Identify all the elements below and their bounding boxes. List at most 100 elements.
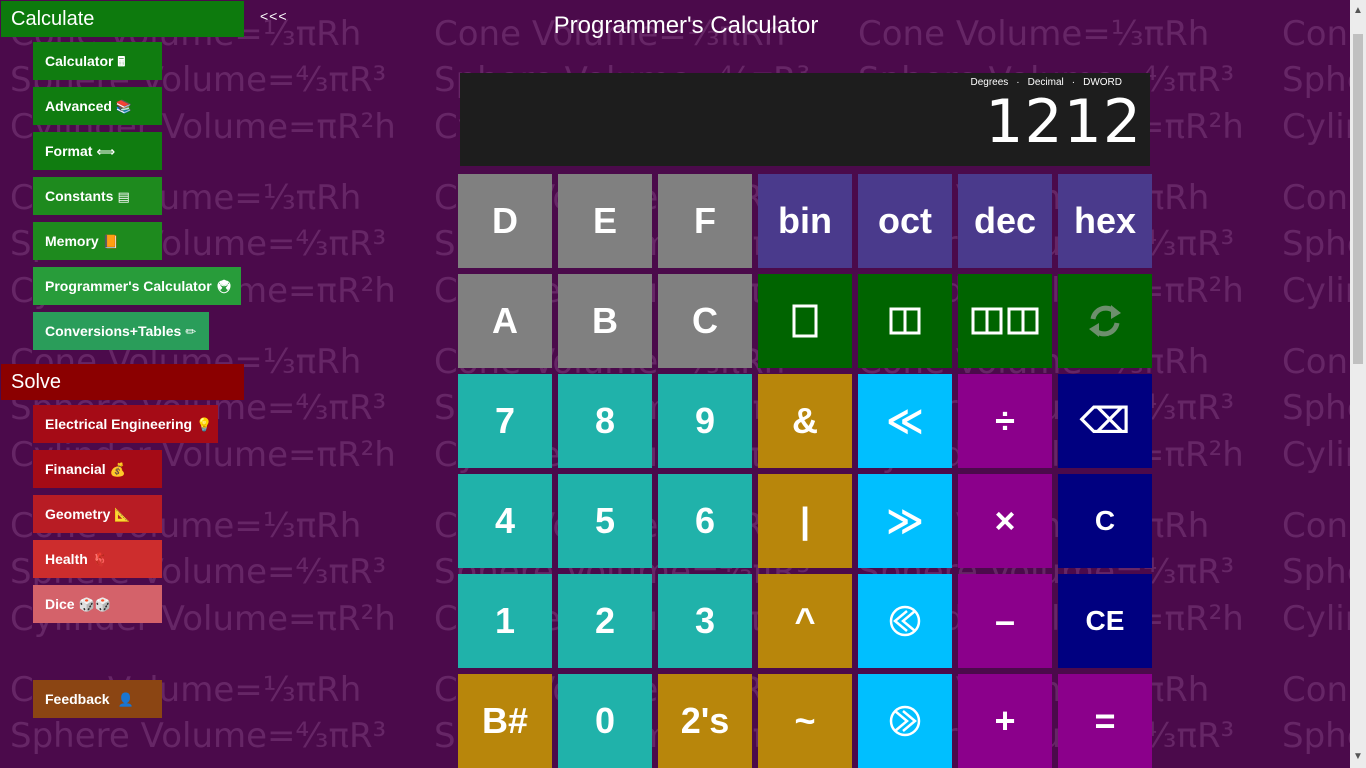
key-subtract[interactable]: –: [958, 574, 1052, 668]
key-multiply[interactable]: ×: [958, 474, 1052, 568]
sidebar-item-geometry[interactable]: Geometry 📐: [33, 495, 162, 533]
key-twos-complement[interactable]: 2's: [658, 674, 752, 768]
key-rotate-left[interactable]: [858, 574, 952, 668]
key-3[interactable]: 3: [658, 574, 752, 668]
cycle-arrows-icon: [1089, 305, 1121, 337]
sidebar-item-financial[interactable]: Financial 💰: [33, 450, 162, 488]
key-clear-entry[interactable]: CE: [1058, 574, 1152, 668]
key-b[interactable]: B: [558, 274, 652, 368]
key-not[interactable]: ~: [758, 674, 852, 768]
display-value: 1212: [985, 87, 1142, 157]
sidebar-item-constants[interactable]: Constants ▤: [33, 177, 162, 215]
key-oct[interactable]: oct: [858, 174, 952, 268]
key-label: 9: [694, 400, 716, 441]
key-c-hex[interactable]: C: [658, 274, 752, 368]
nav-label: Constants: [45, 188, 114, 204]
key-label: ÷: [995, 400, 1015, 441]
solve-section-header[interactable]: Solve: [1, 364, 244, 400]
key-cycle-word-size[interactable]: [1058, 274, 1152, 368]
key-label: ^: [794, 600, 816, 641]
key-or[interactable]: |: [758, 474, 852, 568]
key-divide[interactable]: ÷: [958, 374, 1052, 468]
key-xor[interactable]: ^: [758, 574, 852, 668]
rotate-right-icon: [889, 705, 921, 737]
key-label: C: [1094, 505, 1116, 536]
sidebar-item-memory[interactable]: Memory 📙: [33, 222, 162, 260]
nav-label: Memory: [45, 233, 99, 249]
key-label: 2: [594, 600, 616, 641]
key-bit-count[interactable]: B#: [458, 674, 552, 768]
key-label: E: [592, 200, 617, 241]
key-a[interactable]: A: [458, 274, 552, 368]
key-label: ≫: [886, 500, 924, 541]
key-and[interactable]: &: [758, 374, 852, 468]
key-1[interactable]: 1: [458, 574, 552, 668]
key-add[interactable]: +: [958, 674, 1052, 768]
sidebar-item-calculator[interactable]: Calculator 🖩: [33, 42, 162, 80]
key-label: F: [694, 200, 716, 241]
key-label: D: [492, 200, 518, 241]
key-6[interactable]: 6: [658, 474, 752, 568]
key-equals[interactable]: =: [1058, 674, 1152, 768]
watermark-formula: Sphere Volume=⁴⁄₃πR³: [10, 716, 387, 756]
key-label: ⌫: [1079, 400, 1131, 441]
nav-label: Dice: [45, 596, 75, 612]
calculate-section-header[interactable]: Calculate: [1, 1, 244, 37]
programmer-s-calculator-icon: 🖲: [215, 279, 233, 294]
sidebar-item-dice[interactable]: Dice 🎲🎲: [33, 585, 162, 623]
key-d[interactable]: D: [458, 174, 552, 268]
key-label: –: [994, 600, 1016, 641]
key-e[interactable]: E: [558, 174, 652, 268]
key-byte[interactable]: [758, 274, 852, 368]
calculator-display: Degrees · Decimal · DWORD 1212: [460, 73, 1150, 166]
key-rotate-right[interactable]: [858, 674, 952, 768]
key-label: 1: [494, 600, 516, 641]
key-dec[interactable]: dec: [958, 174, 1052, 268]
key-7[interactable]: 7: [458, 374, 552, 468]
key-label: &: [792, 400, 818, 441]
sidebar-item-programmer-s-calculator[interactable]: Programmer's Calculator 🖲: [33, 267, 241, 305]
scroll-thumb[interactable]: [1353, 34, 1363, 364]
key-label: +: [994, 700, 1016, 741]
sidebar-item-electrical-engineering[interactable]: Electrical Engineering 💡: [33, 405, 218, 443]
nav-label: Programmer's Calculator: [45, 278, 212, 294]
advanced-icon: 📚: [115, 99, 133, 114]
dword-icon: [971, 307, 1039, 335]
memory-icon: 📙: [102, 234, 119, 249]
financial-icon: 💰: [109, 462, 126, 477]
scroll-up-arrow-icon[interactable]: ▲: [1350, 4, 1366, 18]
sidebar-item-health[interactable]: Health 🫀: [33, 540, 162, 578]
key-2[interactable]: 2: [558, 574, 652, 668]
key-label: 2's: [680, 700, 730, 741]
nav-label: Geometry: [45, 506, 111, 522]
key-f[interactable]: F: [658, 174, 752, 268]
nav-label: Advanced: [45, 98, 112, 114]
key-dword[interactable]: [958, 274, 1052, 368]
key-label: B: [592, 300, 618, 341]
key-word[interactable]: [858, 274, 952, 368]
key-9[interactable]: 9: [658, 374, 752, 468]
key-label: 8: [594, 400, 616, 441]
key-backspace[interactable]: ⌫: [1058, 374, 1152, 468]
health-icon: 🫀: [91, 552, 108, 567]
sidebar-item-conversions-tables[interactable]: Conversions+Tables ✏: [33, 312, 209, 350]
key-shift-left[interactable]: ≪: [858, 374, 952, 468]
key-0[interactable]: 0: [558, 674, 652, 768]
key-8[interactable]: 8: [558, 374, 652, 468]
collapse-sidebar-button[interactable]: <<<: [260, 8, 288, 24]
key-label: oct: [878, 200, 932, 241]
sidebar-item-advanced[interactable]: Advanced 📚: [33, 87, 162, 125]
key-clear[interactable]: C: [1058, 474, 1152, 568]
key-hex[interactable]: hex: [1058, 174, 1152, 268]
key-5[interactable]: 5: [558, 474, 652, 568]
page-title: Programmer's Calculator: [553, 12, 819, 39]
vertical-scrollbar[interactable]: ▲ ▼: [1350, 0, 1366, 768]
key-bin[interactable]: bin: [758, 174, 852, 268]
rotate-left-icon: [889, 605, 921, 637]
feedback-button[interactable]: Feedback 👤: [33, 680, 162, 718]
key-shift-right[interactable]: ≫: [858, 474, 952, 568]
sidebar-item-format[interactable]: Format ⟺: [33, 132, 162, 170]
key-label: |: [799, 500, 811, 541]
scroll-down-arrow-icon[interactable]: ▼: [1350, 750, 1366, 764]
key-4[interactable]: 4: [458, 474, 552, 568]
